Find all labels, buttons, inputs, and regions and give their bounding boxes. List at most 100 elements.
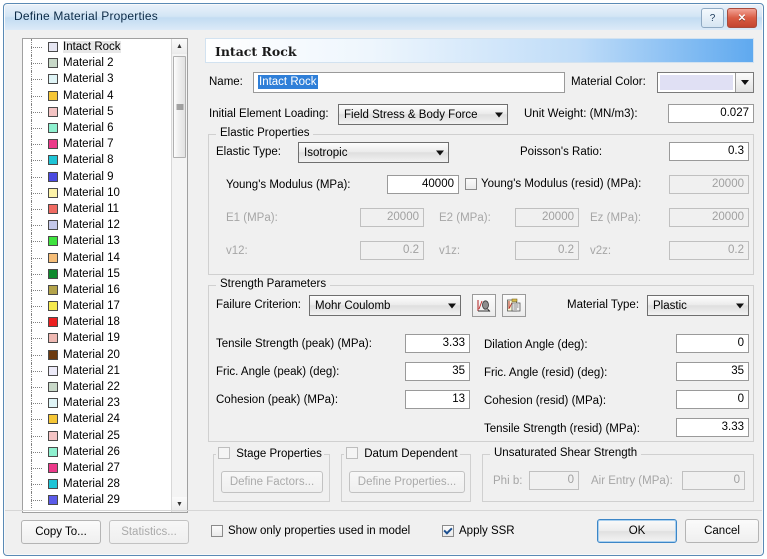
tree-scrollbar[interactable]: ▲ ▼ <box>171 39 187 512</box>
tree-item[interactable]: Material 6 <box>23 120 172 137</box>
material-data-icon-button[interactable] <box>502 294 526 317</box>
tree-item[interactable]: Material 8 <box>23 152 172 169</box>
define-properties-button[interactable]: Define Properties... <box>349 471 465 493</box>
tree-item[interactable]: Material 19 <box>23 330 172 347</box>
material-color-swatch-icon[interactable] <box>48 203 58 214</box>
tree-item[interactable]: Material 5 <box>23 103 172 120</box>
datum-dependent-checkbox[interactable] <box>346 447 358 459</box>
tree-item[interactable]: Material 7 <box>23 136 172 153</box>
stage-properties-header[interactable]: Stage Properties <box>216 447 324 460</box>
tree-item[interactable]: Material 16 <box>23 281 172 298</box>
tree-item[interactable]: Material 24 <box>23 411 172 428</box>
material-color-swatch-icon[interactable] <box>48 123 58 134</box>
e2-input[interactable]: 20000 <box>515 208 579 227</box>
tensile-peak-input[interactable]: 3.33 <box>405 334 470 353</box>
tree-item[interactable]: Material 22 <box>23 379 172 396</box>
tree-item[interactable]: Material 20 <box>23 346 172 363</box>
tensile-resid-input[interactable]: 3.33 <box>676 418 749 437</box>
tree-item[interactable]: Material 12 <box>23 217 172 234</box>
material-color-swatch-icon[interactable] <box>48 398 58 409</box>
tree-item[interactable]: Material 25 <box>23 427 172 444</box>
help-button[interactable]: ? <box>701 8 724 28</box>
dilation-angle-input[interactable]: 0 <box>676 334 749 353</box>
tree-item[interactable]: Material 14 <box>23 249 172 266</box>
tree-item[interactable]: Intact Rock <box>23 39 172 56</box>
material-color-swatch-icon[interactable] <box>48 171 58 182</box>
statistics-button[interactable]: Statistics... <box>109 520 189 544</box>
v12-input[interactable]: 0.2 <box>360 241 424 260</box>
tree-item[interactable]: Material 29 <box>23 492 172 509</box>
poissons-ratio-input[interactable]: 0.3 <box>669 142 749 161</box>
apply-ssr-row[interactable]: Apply SSR <box>442 525 515 537</box>
cohesion-peak-input[interactable]: 13 <box>405 390 470 409</box>
youngs-modulus-resid-checkbox[interactable] <box>465 178 477 190</box>
copy-to-button[interactable]: Copy To... <box>21 520 101 544</box>
material-tree[interactable]: Intact Rock Material 2 Material 3 Material … <box>22 38 188 513</box>
name-input[interactable]: Intact Rock <box>253 72 565 93</box>
material-color-swatch-icon[interactable] <box>48 365 58 376</box>
material-color-swatch-icon[interactable] <box>48 301 58 312</box>
material-color-swatch-icon[interactable] <box>48 106 58 117</box>
tree-item[interactable]: Material 17 <box>23 298 172 315</box>
material-color-swatch-icon[interactable] <box>48 252 58 263</box>
v1z-input[interactable]: 0.2 <box>515 241 579 260</box>
material-color-swatch-icon[interactable] <box>48 58 58 69</box>
material-test-icon-button[interactable] <box>472 294 496 317</box>
fric-resid-input[interactable]: 35 <box>676 362 749 381</box>
e1-input[interactable]: 20000 <box>360 208 424 227</box>
material-color-swatch-icon[interactable] <box>48 268 58 279</box>
material-color-swatch-icon[interactable] <box>48 155 58 166</box>
material-color-swatch-icon[interactable] <box>48 479 58 490</box>
phi-b-input[interactable]: 0 <box>529 471 579 490</box>
scrollbar-thumb[interactable] <box>173 56 186 158</box>
tree-item[interactable]: Material 27 <box>23 459 172 476</box>
stage-properties-checkbox[interactable] <box>218 447 230 459</box>
material-color-swatch-icon[interactable] <box>48 317 58 328</box>
material-color-swatch-icon[interactable] <box>48 220 58 231</box>
tree-item[interactable]: Material 23 <box>23 395 172 412</box>
material-type-dropdown[interactable]: Plastic <box>647 295 749 316</box>
ok-button[interactable]: OK <box>597 519 677 543</box>
tree-item[interactable]: Material 21 <box>23 362 172 379</box>
tree-item[interactable]: Material 11 <box>23 200 172 217</box>
tree-item[interactable]: Material 26 <box>23 443 172 460</box>
youngs-modulus-input[interactable]: 40000 <box>387 175 459 194</box>
v2z-input[interactable]: 0.2 <box>669 241 749 260</box>
material-color-swatch-icon[interactable] <box>48 42 58 53</box>
tree-item[interactable]: Material 4 <box>23 87 172 104</box>
material-color-swatch-icon[interactable] <box>48 90 58 101</box>
initial-loading-dropdown[interactable]: Field Stress & Body Force <box>338 104 508 125</box>
youngs-modulus-resid-input[interactable]: 20000 <box>669 175 749 194</box>
cohesion-resid-input[interactable]: 0 <box>676 390 749 409</box>
material-color-swatch-icon[interactable] <box>48 333 58 344</box>
chevron-down-icon[interactable] <box>735 73 753 92</box>
tree-item[interactable]: Material 10 <box>23 184 172 201</box>
datum-dependent-header[interactable]: Datum Dependent <box>344 447 460 460</box>
material-color-swatch-icon[interactable] <box>48 139 58 150</box>
tree-item[interactable]: Material 13 <box>23 233 172 250</box>
tree-item[interactable]: Material 2 <box>23 55 172 72</box>
air-entry-input[interactable]: 0 <box>682 471 745 490</box>
tree-item[interactable]: Material 15 <box>23 265 172 282</box>
youngs-modulus-resid-checkbox-row[interactable]: Young's Modulus (resid) (MPa): <box>465 178 641 190</box>
material-color-swatch-icon[interactable] <box>48 382 58 393</box>
material-color-swatch-icon[interactable] <box>48 414 58 425</box>
show-only-properties-checkbox[interactable] <box>211 525 223 537</box>
material-color-swatch-icon[interactable] <box>48 349 58 360</box>
define-factors-button[interactable]: Define Factors... <box>221 471 323 493</box>
tree-item[interactable]: Material 28 <box>23 476 172 493</box>
material-color-swatch-icon[interactable] <box>48 284 58 295</box>
tree-item[interactable]: Material 18 <box>23 314 172 331</box>
material-color-swatch-icon[interactable] <box>48 236 58 247</box>
apply-ssr-checkbox[interactable] <box>442 525 454 537</box>
unit-weight-input[interactable]: 0.027 <box>668 104 754 123</box>
material-color-swatch-icon[interactable] <box>48 74 58 85</box>
failure-criterion-dropdown[interactable]: Mohr Coulomb <box>309 295 461 316</box>
material-color-dropdown[interactable] <box>657 72 754 93</box>
close-button[interactable]: ✕ <box>727 8 757 28</box>
material-color-swatch-icon[interactable] <box>48 462 58 473</box>
fric-peak-input[interactable]: 35 <box>405 362 470 381</box>
material-color-swatch-icon[interactable] <box>48 446 58 457</box>
ez-input[interactable]: 20000 <box>669 208 749 227</box>
tree-item[interactable]: Material 3 <box>23 71 172 88</box>
